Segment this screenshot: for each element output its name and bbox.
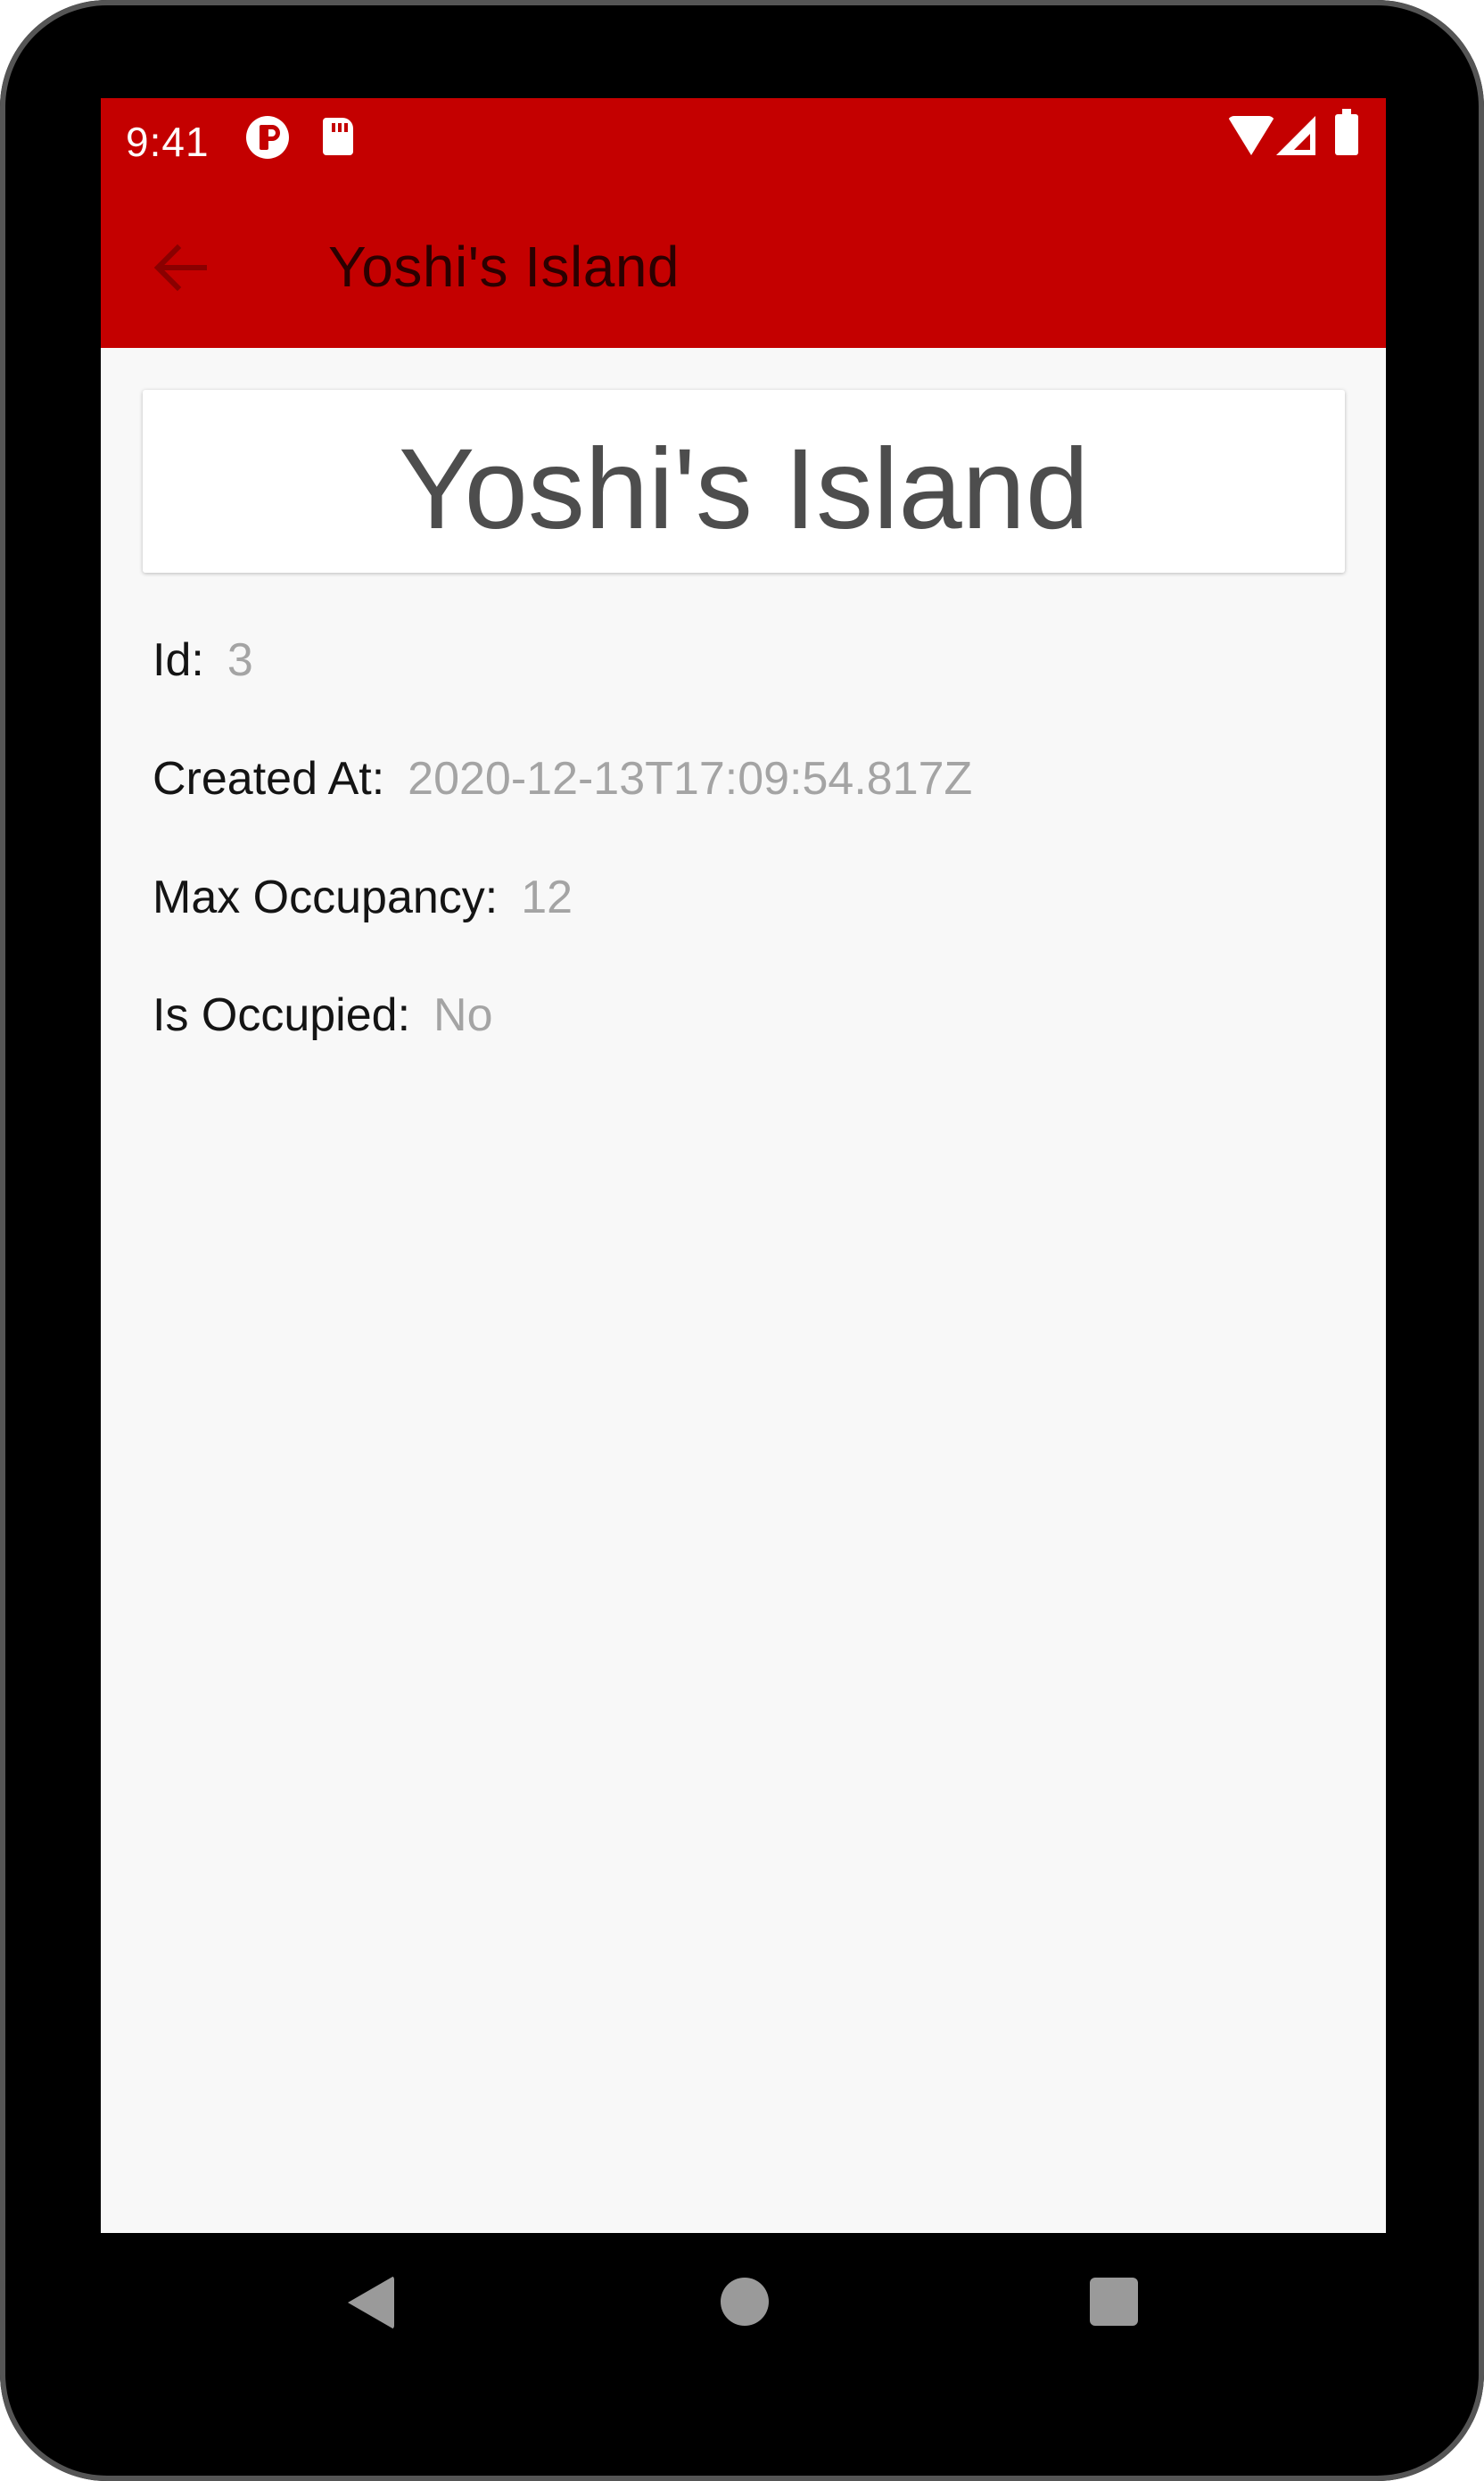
arrow-back-icon	[153, 244, 207, 292]
detail-row-is-occupied: Is Occupied: No	[153, 988, 493, 1042]
triangle-back-icon[interactable]	[348, 2276, 394, 2329]
wifi-icon	[1227, 116, 1275, 155]
system-nav-bar	[0, 2233, 1484, 2376]
detail-row-id: Id: 3	[153, 633, 253, 687]
app-bar: Yoshi's Island	[101, 187, 1386, 348]
detail-label: Max Occupancy:	[153, 872, 499, 923]
app-bar-title: Yoshi's Island	[328, 235, 680, 299]
detail-row-created-at: Created At: 2020-12-13T17:09:54.817Z	[153, 752, 972, 806]
detail-value: 3	[227, 634, 253, 686]
detail-value: 2020-12-13T17:09:54.817Z	[408, 753, 973, 805]
detail-label: Id:	[153, 634, 204, 686]
battery-icon	[1335, 109, 1358, 155]
app-notification-icon	[246, 116, 289, 159]
back-button[interactable]	[145, 232, 217, 303]
detail-row-max-occupancy: Max Occupancy: 12	[153, 871, 573, 924]
device-frame: 9:41 Yoshi's Island Yoshi's Island Id: 3…	[0, 0, 1484, 2481]
circle-home-icon[interactable]	[721, 2278, 769, 2326]
detail-label: Is Occupied:	[153, 989, 411, 1041]
square-recents-icon[interactable]	[1090, 2278, 1138, 2326]
room-name-heading: Yoshi's Island	[399, 426, 1089, 553]
screen: 9:41 Yoshi's Island Yoshi's Island Id: 3…	[101, 98, 1386, 2233]
status-bar: 9:41	[101, 98, 1386, 187]
detail-value: 12	[521, 872, 573, 923]
sd-card-icon	[323, 118, 353, 155]
title-card: Yoshi's Island	[143, 390, 1345, 573]
detail-label: Created At:	[153, 753, 385, 805]
status-time: 9:41	[126, 119, 210, 165]
detail-value: No	[433, 989, 493, 1041]
